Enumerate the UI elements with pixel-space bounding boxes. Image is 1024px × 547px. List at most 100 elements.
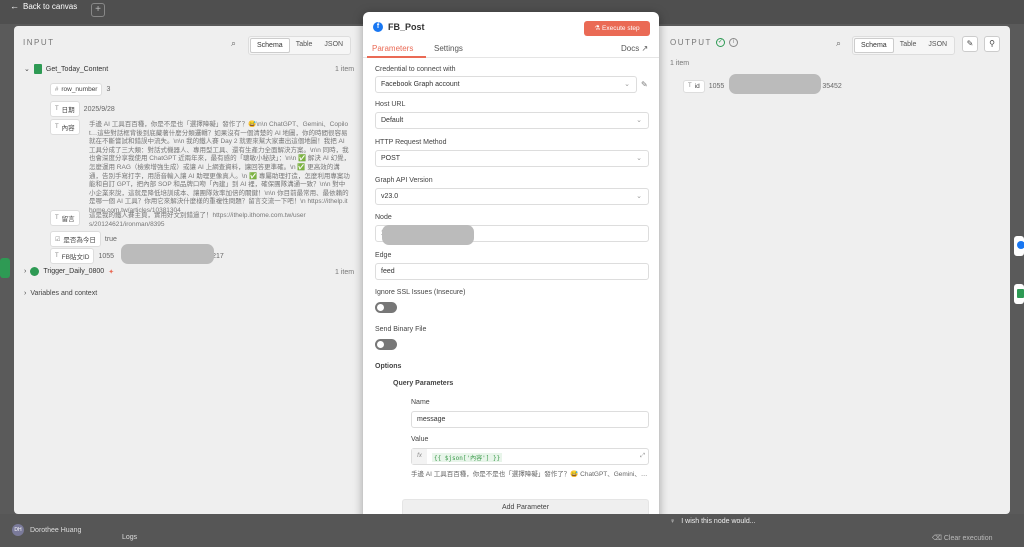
graph-version-select[interactable]: v23.0 ⌄ [375,188,649,205]
fx-icon: fx [412,449,427,464]
field-tag[interactable]: T FB貼文ID [50,248,95,264]
text-type-icon: T [55,124,59,130]
execute-step-label: Execute step [602,25,640,32]
field-value: 2025/9/28 [83,105,115,113]
node-header-get-today-content[interactable]: ⌄ Get_Today_Content [24,64,108,74]
feedback-prompt[interactable]: ♀ I wish this node would... [670,518,756,525]
field-key: FB貼文ID [61,254,90,261]
edit-pencil-icon[interactable]: ✎ [962,36,978,52]
tab-parameters[interactable]: Parameters [372,44,413,53]
search-icon[interactable]: ⌕ [231,38,236,49]
output-node-stub-sheets[interactable] [1014,284,1024,304]
facebook-icon: f [373,22,383,32]
field-key: 內容 [61,125,75,132]
output-view-schema[interactable]: Schema [854,38,894,53]
node-label: Node [375,214,392,221]
field-tag[interactable]: T 留言 [50,210,80,226]
field-row: T 內容 [50,119,80,135]
node-name: Trigger_Daily_0800 [43,268,105,275]
clear-execution-label: Clear execution [943,535,993,542]
docs-link[interactable]: Docs ↗ [621,44,648,53]
ignore-ssl-label: Ignore SSL Issues (Insecure) [375,289,466,296]
ignore-ssl-toggle[interactable] [375,302,397,313]
add-button[interactable]: + [91,3,105,17]
chevron-right-icon: › [24,290,27,297]
execute-step-button[interactable]: ⚗ Execute step [584,21,650,36]
info-icon[interactable]: i [728,38,738,47]
clear-execution-button[interactable]: ⌫ Clear execution [932,534,993,542]
tab-settings[interactable]: Settings [434,44,463,53]
options-label: Options [375,363,402,370]
field-tag[interactable]: ☑ 是否為今日 [50,231,101,247]
query-params-label: Query Parameters [393,380,454,387]
text-type-icon: T [55,215,59,221]
output-view-json[interactable]: JSON [922,38,953,53]
chevron-down-icon: ⌄ [636,155,642,162]
method-value: POST [381,155,401,162]
field-row: ☑ 是否為今日 true [50,231,117,247]
param-value-expression[interactable]: fx {{ $json['內容'] }} ⤢ [411,448,649,465]
param-name-input[interactable]: message [411,411,649,428]
output-node-stub-facebook[interactable] [1014,236,1024,256]
variables-label: Variables and context [30,290,98,297]
field-value-long: 這是我的鐵人賽主頁，實用好文別錯過了！https://ithelp.ithome… [89,212,306,228]
text-type-icon: T [688,83,692,89]
field-row: T 留言 [50,210,80,226]
modal-tabs: Parameters Settings Docs ↗ [363,42,659,58]
input-view-switch: Schema Table JSON [248,36,352,55]
host-url-label: Host URL [375,101,406,108]
lightbulb-icon: ♀ [670,518,676,525]
credential-label: Credential to connect with [375,66,456,73]
binary-toggle[interactable] [375,339,397,350]
expand-icon[interactable]: ⤢ [640,453,645,460]
field-value-prefix: 1055 [708,82,725,90]
graph-version-value: v23.0 [381,193,399,200]
logs-toggle[interactable]: Logs [122,534,137,541]
field-key: 是否為今日 [63,237,96,244]
node-header-trigger[interactable]: › Trigger_Daily_0800 ✦ [24,267,114,276]
success-check-icon: ✓ [715,38,725,47]
sheets-icon [33,64,42,74]
user-profile[interactable]: DH Dorothee Huang [12,524,81,536]
flask-icon: ⚗ [594,25,601,32]
number-type-icon: # [55,86,59,93]
field-row: T 日期 2025/9/28 [50,101,115,117]
field-tag[interactable]: T 內容 [50,119,80,135]
modal-title-row: f FB_Post [373,22,425,32]
credential-select[interactable]: Facebook Graph account ⌄ [375,76,637,93]
input-node-stub[interactable] [0,258,10,278]
text-type-icon: T [55,106,59,112]
feedback-text: I wish this node would... [681,518,756,525]
field-tag[interactable]: T 日期 [50,101,80,117]
host-url-select[interactable]: Default ⌄ [375,112,649,129]
text-type-icon: T [55,253,59,259]
output-item-count: 1 item [670,60,690,67]
output-view-table[interactable]: Table [894,38,923,53]
field-value-long: 手邊 AI 工具百百種，你是不是也「選擇障礙」發作了？😅\n\n ChatGPT… [89,121,351,214]
binary-label: Send Binary File [375,326,427,333]
method-select[interactable]: POST ⌄ [375,150,649,167]
search-icon[interactable]: ⌕ [836,38,841,49]
back-to-canvas-link[interactable]: ← Back to canvas [10,1,77,11]
input-view-schema[interactable]: Schema [250,38,290,53]
input-view-table[interactable]: Table [290,38,319,53]
credential-value: Facebook Graph account [381,81,460,88]
field-key: id [694,82,700,90]
graph-version-label: Graph API Version [375,177,433,184]
expression-preview: 手邊 AI 工具百百種，你是不是也「選擇障礙」發作了？😅 ChatGPT、Gem… [411,471,651,478]
input-view-json[interactable]: JSON [318,38,349,53]
expression-code: {{ $json['內容'] }} [432,453,503,462]
sheets-icon [1017,289,1024,298]
edge-input[interactable]: feed [375,263,649,280]
chevron-down-icon: ⌄ [636,117,642,124]
field-tag[interactable]: Tid [683,79,705,93]
node-name: Get_Today_Content [45,65,109,73]
variables-and-context[interactable]: › Variables and context [24,290,97,297]
edit-pencil-icon[interactable]: ✎ [641,80,648,89]
field-tag[interactable]: # row_number [50,83,103,96]
param-value-label: Value [411,436,429,443]
bottom-bar [0,514,1024,547]
edge-value: feed [381,268,395,275]
pin-icon[interactable]: ⚲ [984,36,1000,52]
field-key: 日期 [61,107,75,114]
